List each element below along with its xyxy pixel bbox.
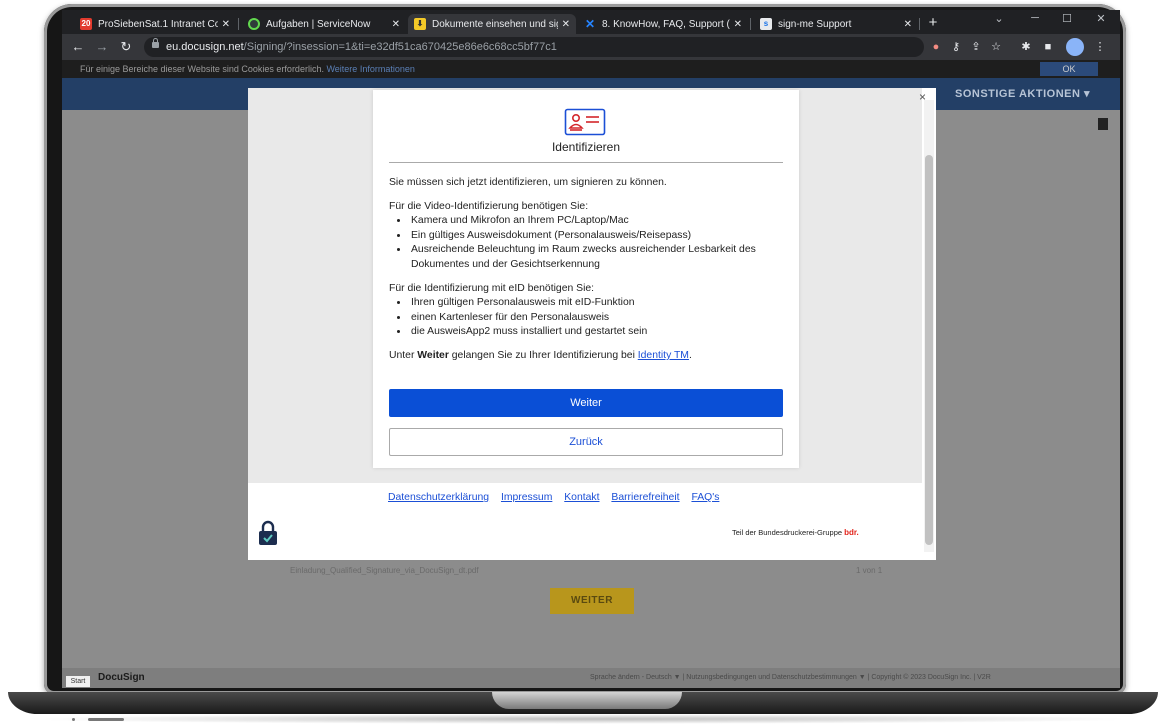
- prosieben-favicon: 20: [80, 18, 92, 30]
- laptop-base: [0, 692, 1166, 728]
- cookie-banner: Für einige Bereiche dieser Website sind …: [62, 60, 1120, 78]
- bdr-logo: bdr.: [844, 528, 859, 537]
- key-icon[interactable]: ⚷: [948, 39, 964, 55]
- docusign-favicon: ⬇: [414, 18, 426, 30]
- lock-icon: [152, 38, 159, 48]
- close-tab-icon[interactable]: ✕: [392, 19, 400, 30]
- minimize-icon[interactable]: ─: [1020, 12, 1050, 24]
- browser-toolbar: ← → ↻ eu.docusign.net/Signing/?insession…: [62, 34, 1120, 60]
- docusign-page: Für einige Bereiche dieser Website sind …: [62, 60, 1120, 688]
- video-heading: Für die Video-Identifizierung benötigen …: [389, 200, 589, 212]
- docusign-footer-links[interactable]: Sprache ändern - Deutsch ▼ | Nutzungsbed…: [590, 674, 991, 681]
- cookie-more-info-link[interactable]: Weitere Informationen: [326, 64, 414, 74]
- list-item: die AusweisApp2 muss installiert und ges…: [409, 325, 789, 340]
- eid-requirements-list: Ihren gültigen Personalausweis mit eID-F…: [389, 296, 789, 340]
- tab-docusign[interactable]: ⬇ Dokumente einsehen und sign ✕: [408, 14, 576, 34]
- identity-tm-link[interactable]: Identity TM: [638, 350, 689, 361]
- maximize-icon[interactable]: ☐: [1052, 12, 1082, 25]
- faq-link[interactable]: FAQ's: [691, 492, 719, 503]
- other-actions-menu[interactable]: SONSTIGE AKTIONEN ▾: [955, 78, 1090, 110]
- list-item: Ausreichende Beleuchtung im Raum zwecks …: [409, 243, 789, 272]
- bundesdruckerei-note: Teil der Bundesdruckerei-Gruppe bdr.: [732, 528, 859, 537]
- modal-footer-links: Datenschutzerklärung Impressum Kontakt B…: [388, 492, 728, 503]
- intro-text: Sie müssen sich jetzt identifizieren, um…: [389, 177, 667, 188]
- tab-signme[interactable]: s sign-me Support ✕: [754, 14, 918, 34]
- identify-modal: × Identifizieren Sie müssen sich jetzt i…: [248, 88, 936, 560]
- eid-heading: Für die Identifizierung mit eID benötige…: [389, 282, 595, 294]
- id-card-icon: [564, 108, 606, 136]
- close-tab-icon[interactable]: ✕: [734, 19, 742, 30]
- close-tab-icon[interactable]: ✕: [904, 19, 912, 30]
- reload-icon[interactable]: ↻: [118, 39, 134, 55]
- address-bar[interactable]: eu.docusign.net/Signing/?insession=1&ti=…: [144, 37, 924, 57]
- forward-icon[interactable]: →: [94, 39, 110, 55]
- list-item: einen Kartenleser für den Personalauswei…: [409, 311, 789, 326]
- browser-window: 20 ProSiebenSat.1 Intranet Cockp ✕ Aufga…: [62, 10, 1120, 688]
- tab-prosieben[interactable]: 20 ProSiebenSat.1 Intranet Cockp ✕: [74, 14, 236, 34]
- close-window-icon[interactable]: ✕: [1086, 12, 1116, 25]
- extensions-icon[interactable]: ✱: [1018, 39, 1034, 55]
- docusign-continue-button[interactable]: WEITER: [550, 588, 634, 614]
- tab-search-icon[interactable]: ⌄: [984, 12, 1014, 25]
- sidepanel-icon[interactable]: ■: [1040, 39, 1056, 55]
- document-filename: Einladung_Qualified_Signature_via_DocuSi…: [290, 566, 479, 575]
- list-item: Ihren gültigen Personalausweis mit eID-F…: [409, 296, 789, 311]
- profile-avatar[interactable]: [1066, 38, 1084, 56]
- signme-favicon: s: [760, 18, 772, 30]
- share-icon[interactable]: ⇪: [968, 39, 984, 55]
- docusign-logo: DocuSign: [98, 672, 145, 683]
- close-tab-icon[interactable]: ✕: [562, 19, 570, 30]
- security-lock-icon: [259, 520, 277, 545]
- weiter-button[interactable]: Weiter: [389, 389, 783, 417]
- new-tab-button[interactable]: +: [924, 14, 942, 32]
- close-tab-icon[interactable]: ✕: [222, 19, 230, 30]
- modal-scrollbar[interactable]: [924, 100, 934, 552]
- list-item: Ein gültiges Ausweisdokument (Personalau…: [409, 229, 789, 244]
- cookie-ok-button[interactable]: OK: [1040, 62, 1098, 76]
- bookmark-star-icon[interactable]: ☆: [988, 39, 1004, 55]
- modal-body: Sie müssen sich jetzt identifizieren, um…: [389, 176, 789, 373]
- camera-blocked-icon[interactable]: ●: [928, 39, 944, 55]
- start-button[interactable]: Start: [66, 676, 90, 687]
- video-requirements-list: Kamera und Mikrofon an Ihrem PC/Laptop/M…: [389, 214, 789, 272]
- servicenow-favicon: [248, 18, 260, 30]
- confluence-favicon: ✕: [584, 17, 596, 31]
- tab-strip: 20 ProSiebenSat.1 Intranet Cockp ✕ Aufga…: [62, 10, 1120, 34]
- tab-servicenow[interactable]: Aufgaben | ServiceNow ✕: [242, 14, 406, 34]
- modal-title: Identifizieren: [551, 140, 621, 154]
- title-divider: [389, 162, 783, 163]
- accessibility-link[interactable]: Barrierefreiheit: [611, 492, 679, 503]
- list-item: Kamera und Mikrofon an Ihrem PC/Laptop/M…: [409, 214, 789, 229]
- tab-knowhow[interactable]: ✕ 8. KnowHow, FAQ, Support (I ✕: [578, 14, 748, 34]
- page-count: 1 von 1: [856, 566, 883, 575]
- imprint-link[interactable]: Impressum: [501, 492, 552, 503]
- menu-kebab-icon[interactable]: ⋮: [1092, 39, 1108, 55]
- document-icon[interactable]: [1098, 118, 1108, 130]
- zurueck-button[interactable]: Zurück: [389, 428, 783, 456]
- contact-link[interactable]: Kontakt: [564, 492, 599, 503]
- outro-text: Unter Weiter gelangen Sie zu Ihrer Ident…: [389, 349, 692, 361]
- back-icon[interactable]: ←: [70, 39, 86, 55]
- privacy-link[interactable]: Datenschutzerklärung: [388, 492, 489, 503]
- identify-card: Identifizieren Sie müssen sich jetzt ide…: [373, 90, 799, 468]
